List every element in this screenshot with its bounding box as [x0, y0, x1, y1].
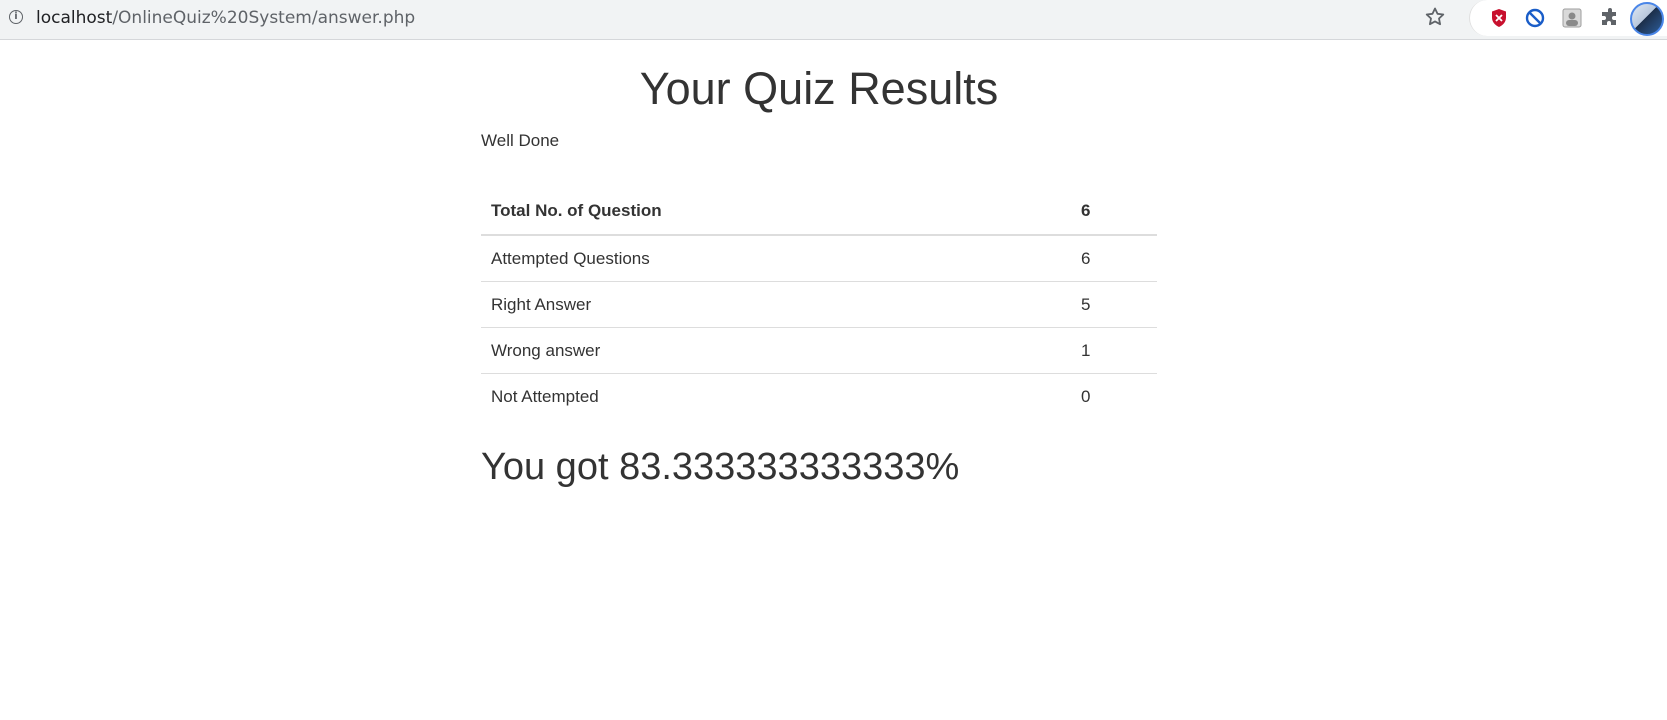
row-label: Wrong answer — [481, 327, 1071, 374]
row-label: Not Attempted — [481, 373, 1071, 419]
extensions-puzzle-icon[interactable] — [1599, 7, 1621, 29]
url-text[interactable]: localhost/OnlineQuiz%20System/answer.php — [36, 8, 415, 28]
table-row: Total No. of Question 6 — [481, 188, 1157, 235]
score-heading: You got 83.333333333333% — [481, 446, 960, 488]
row-value: 1 — [1071, 327, 1157, 374]
row-label: Attempted Questions — [481, 234, 1071, 282]
row-value: 5 — [1071, 281, 1157, 328]
url-host: localhost — [36, 8, 113, 28]
results-container: Your Quiz Results Well Done Total No. of… — [481, 40, 1157, 489]
table-row: Right Answer 5 — [481, 281, 1157, 328]
table-row: Not Attempted 0 — [481, 373, 1157, 419]
row-label: Right Answer — [481, 281, 1071, 328]
row-value: 0 — [1071, 373, 1157, 419]
row-value: 6 — [1081, 201, 1091, 220]
browser-toolbar: i localhost/OnlineQuiz%20System/answer.p… — [0, 0, 1667, 40]
table-row: Wrong answer 1 — [481, 327, 1157, 374]
url-path: /OnlineQuiz%20System/answer.php — [112, 8, 416, 28]
profile-avatar[interactable] — [1630, 2, 1664, 36]
bookmark-star-icon[interactable] — [1423, 5, 1447, 29]
row-value: 6 — [1071, 234, 1157, 282]
info-icon[interactable]: i — [9, 10, 23, 24]
result-message: Well Done — [481, 131, 560, 150]
extension-image-icon[interactable] — [1561, 7, 1583, 29]
table-row: Attempted Questions 6 — [481, 234, 1157, 282]
ublock-shield-icon[interactable] — [1488, 7, 1510, 29]
block-icon[interactable] — [1524, 7, 1546, 29]
page-title: Your Quiz Results — [639, 63, 999, 114]
address-bar[interactable]: i localhost/OnlineQuiz%20System/answer.p… — [0, 0, 1458, 35]
row-label: Total No. of Question — [491, 201, 662, 220]
results-table: Total No. of Question 6 Attempted Questi… — [481, 188, 1157, 419]
